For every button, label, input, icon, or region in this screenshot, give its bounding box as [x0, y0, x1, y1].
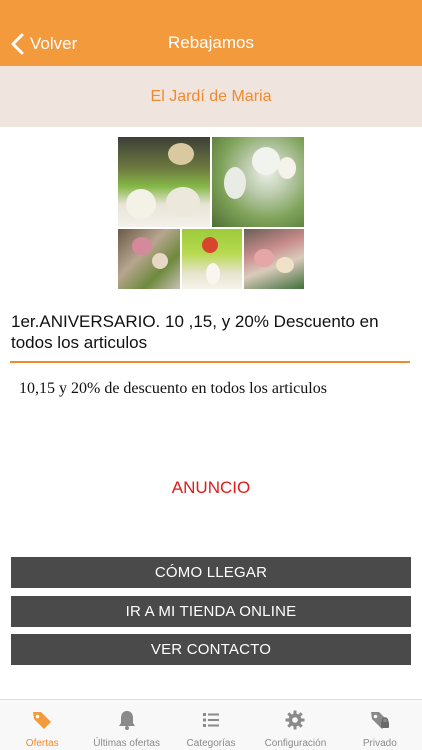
tab-privado[interactable]: Privado	[338, 700, 422, 750]
photo-tile	[118, 137, 210, 227]
tab-ultimas-ofertas[interactable]: Últimas ofertas	[84, 700, 168, 750]
online-store-button[interactable]: IR A MI TIENDA ONLINE	[11, 596, 411, 627]
tab-bar: Ofertas Últimas ofertas Categorías Confi…	[0, 699, 422, 750]
tab-label: Categorías	[186, 738, 236, 749]
offer-headline: 1er.ANIVERSARIO. 10 ,15, y 20% Descuento…	[11, 312, 379, 352]
photo-tile	[244, 229, 304, 289]
tab-label: Configuración	[264, 738, 327, 749]
list-icon	[203, 713, 220, 727]
tag-icon	[33, 712, 52, 729]
tab-configuracion[interactable]: Configuración	[253, 700, 337, 750]
tab-ofertas[interactable]: Ofertas	[0, 700, 84, 750]
navigation-bar: Volver Rebajamos	[0, 0, 422, 66]
store-name: El Jardí de Maria	[150, 87, 272, 105]
bell-icon	[118, 711, 135, 730]
directions-button[interactable]: CÓMO LLEGAR	[11, 557, 411, 588]
gear-icon	[285, 710, 305, 730]
contact-button[interactable]: VER CONTACTO	[11, 634, 411, 665]
tab-label: Privado	[362, 738, 397, 749]
offer-description: 10,15 y 20% de descuento en todos los ar…	[19, 380, 327, 397]
page-title: Rebajamos	[168, 33, 254, 52]
private-tag-icon	[370, 712, 389, 729]
divider	[10, 361, 410, 363]
store-header[interactable]: El Jardí de Maria	[0, 66, 422, 127]
offer-image	[118, 137, 304, 289]
tab-label: Ofertas	[25, 738, 59, 749]
tab-categorias[interactable]: Categorías	[169, 700, 253, 750]
photo-tile	[182, 229, 242, 289]
photo-tile	[212, 137, 304, 227]
ad-label: ANUNCIO	[171, 478, 251, 497]
tab-label: Últimas ofertas	[93, 738, 160, 749]
photo-tile	[118, 229, 180, 289]
